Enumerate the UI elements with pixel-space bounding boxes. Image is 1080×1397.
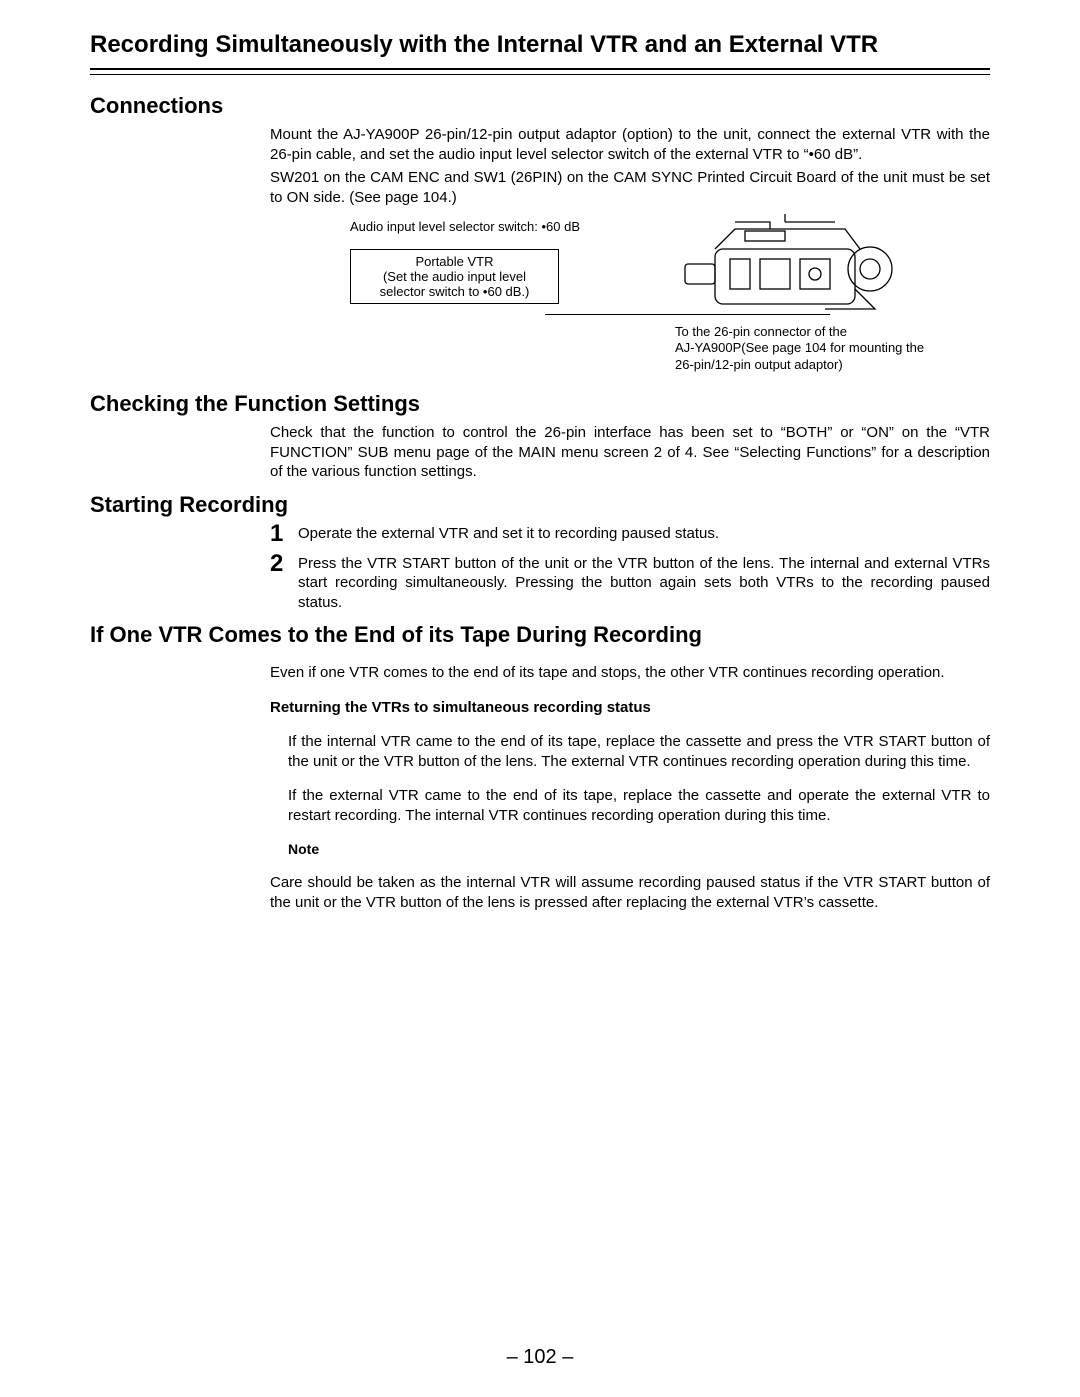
connections-body: Mount the AJ-YA900P 26-pin/12-pin output… bbox=[270, 125, 990, 207]
step-text-1: Operate the external VTR and set it to r… bbox=[298, 524, 719, 544]
heading-endtape: If One VTR Comes to the End of its Tape … bbox=[90, 622, 990, 648]
step-row-1: 1 Operate the external VTR and set it to… bbox=[270, 524, 990, 546]
endtape-body: Even if one VTR comes to the end of its … bbox=[270, 663, 990, 912]
endtape-note-label: Note bbox=[288, 840, 990, 858]
checking-p1: Check that the function to control the 2… bbox=[270, 423, 990, 482]
heading-connections: Connections bbox=[90, 93, 990, 119]
heading-checking: Checking the Function Settings bbox=[90, 391, 990, 417]
endtape-subheading: Returning the VTRs to simultaneous recor… bbox=[270, 698, 990, 718]
portable-vtr-l1: Portable VTR bbox=[357, 254, 552, 269]
portable-vtr-l3: selector switch to •60 dB.) bbox=[357, 284, 552, 299]
endtape-p3: If the external VTR came to the end of i… bbox=[288, 786, 990, 825]
diagram-portable-vtr-box: Portable VTR (Set the audio input level … bbox=[350, 249, 559, 304]
portable-vtr-l2: (Set the audio input level bbox=[357, 269, 552, 284]
manual-page: Recording Simultaneously with the Intern… bbox=[0, 0, 1080, 1397]
page-title: Recording Simultaneously with the Intern… bbox=[90, 30, 990, 60]
step-number-2: 2 bbox=[270, 552, 298, 576]
title-rule bbox=[90, 68, 990, 75]
endtape-note-text: Care should be taken as the internal VTR… bbox=[270, 873, 990, 912]
endtape-p1: Even if one VTR comes to the end of its … bbox=[270, 663, 990, 683]
step-text-2: Press the VTR START button of the unit o… bbox=[298, 554, 990, 613]
caption-26-l1: To the 26-pin connector of the bbox=[675, 324, 985, 340]
endtape-p2: If the internal VTR came to the end of i… bbox=[288, 732, 990, 771]
connections-p1: Mount the AJ-YA900P 26-pin/12-pin output… bbox=[270, 125, 990, 164]
caption-26-l2: AJ-YA900P(See page 104 for mounting the bbox=[675, 340, 985, 356]
checking-body: Check that the function to control the 2… bbox=[270, 423, 990, 482]
caption-26-l3: 26-pin/12-pin output adaptor) bbox=[675, 357, 985, 373]
connections-diagram: Audio input level selector switch: •60 d… bbox=[350, 219, 990, 379]
step-row-2: 2 Press the VTR START button of the unit… bbox=[270, 554, 990, 613]
camera-icon bbox=[675, 214, 925, 324]
diagram-26pin-caption: To the 26-pin connector of the AJ-YA900P… bbox=[675, 324, 985, 373]
connections-p2: SW201 on the CAM ENC and SW1 (26PIN) on … bbox=[270, 168, 990, 207]
step-number-1: 1 bbox=[270, 522, 298, 546]
heading-starting: Starting Recording bbox=[90, 492, 990, 518]
page-number: – 102 – bbox=[0, 1346, 1080, 1369]
